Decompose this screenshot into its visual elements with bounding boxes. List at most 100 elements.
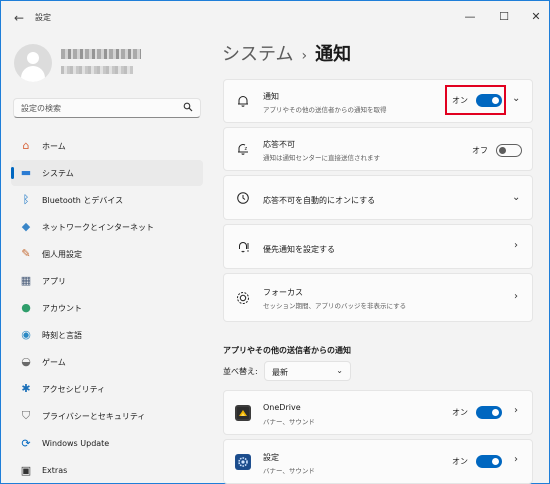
bluetooth-icon: ᛒ bbox=[22, 193, 30, 206]
search-placeholder: 設定の検索 bbox=[21, 104, 61, 113]
minimize-icon[interactable]: — bbox=[456, 5, 484, 29]
page-title: 通知 bbox=[315, 44, 352, 65]
focus-icon bbox=[235, 291, 251, 307]
sidebar-item-1[interactable]: ▬ システム bbox=[11, 160, 203, 186]
dnd-toggle[interactable] bbox=[496, 144, 522, 157]
dnd-auto-card[interactable]: 応答不可を自動的にオンにする ⌄ bbox=[223, 175, 533, 220]
clock-icon bbox=[235, 191, 251, 207]
toggle-knob bbox=[492, 409, 499, 416]
toggle-knob bbox=[499, 147, 506, 154]
user-name-redacted bbox=[61, 49, 141, 59]
notifications-subtitle: アプリやその他の送信者からの通知を取得 bbox=[263, 106, 387, 114]
sidebar-item-label: アカウント bbox=[42, 304, 82, 313]
dnd-auto-title: 応答不可を自動的にオンにする bbox=[263, 196, 376, 205]
sidebar-item-label: システム bbox=[42, 169, 74, 178]
sidebar-item-0[interactable]: ⌂ ホーム bbox=[11, 133, 203, 159]
app-name: OneDrive bbox=[263, 403, 301, 412]
globe-clock-icon: ◉ bbox=[21, 328, 31, 341]
user-email-redacted bbox=[61, 66, 133, 74]
sort-dropdown[interactable]: 最新 ⌄ bbox=[264, 361, 351, 381]
sidebar-item-8[interactable]: ◒ ゲーム bbox=[11, 349, 203, 375]
chevron-down-icon[interactable]: ⌄ bbox=[512, 93, 520, 104]
sidebar-item-7[interactable]: ◉ 時刻と言語 bbox=[11, 322, 203, 348]
apps-section-title: アプリやその他の送信者からの通知 bbox=[223, 346, 351, 355]
priority-card[interactable]: 優先通知を設定する › bbox=[223, 224, 533, 269]
app-subtitle: バナー、サウンド bbox=[263, 467, 315, 475]
app-state: オン bbox=[452, 457, 468, 466]
app-row-settings[interactable]: 設定 バナー、サウンド オン › bbox=[223, 439, 533, 484]
sidebar-item-label: アプリ bbox=[42, 277, 66, 286]
app-toggle[interactable] bbox=[476, 406, 502, 419]
apps-icon: ▦ bbox=[20, 274, 32, 287]
app-row-onedrive[interactable]: OneDrive バナー、サウンド オン › bbox=[223, 390, 533, 435]
settings-gear-icon bbox=[235, 454, 251, 470]
sidebar-item-10[interactable]: ⛉ プライバシーとセキュリティ bbox=[11, 403, 203, 429]
search-input[interactable]: 設定の検索 bbox=[13, 98, 201, 118]
chevron-right-icon[interactable]: › bbox=[514, 405, 518, 416]
breadcrumb: システム › 通知 bbox=[222, 40, 351, 66]
title-bar: ← 設定 — ☐ ✕ bbox=[1, 1, 549, 35]
breadcrumb-parent[interactable]: システム bbox=[222, 44, 293, 65]
sort-label: 並べ替え: bbox=[223, 367, 258, 376]
breadcrumb-separator: › bbox=[301, 48, 308, 64]
gamepad-icon: ◒ bbox=[21, 355, 31, 368]
maximize-icon[interactable]: ☐ bbox=[490, 5, 518, 29]
chevron-down-icon[interactable]: ⌄ bbox=[512, 192, 520, 203]
sidebar-item-label: Extras bbox=[42, 466, 68, 475]
chevron-down-icon: ⌄ bbox=[336, 366, 343, 375]
sidebar-item-9[interactable]: ✱ アクセシビリティ bbox=[11, 376, 203, 402]
window-title: 設定 bbox=[35, 13, 51, 22]
avatar-body-icon bbox=[21, 66, 45, 82]
svg-text:z: z bbox=[245, 146, 248, 152]
sidebar-item-label: ネットワークとインターネット bbox=[42, 223, 154, 232]
dnd-card[interactable]: z 応答不可 通知は通知センターに直接送信されます オフ bbox=[223, 127, 533, 171]
sidebar-item-5[interactable]: ▦ アプリ bbox=[11, 268, 203, 294]
sidebar-item-label: ゲーム bbox=[42, 358, 66, 367]
sidebar-item-label: アクセシビリティ bbox=[42, 385, 106, 394]
sidebar-item-3[interactable]: ◆ ネットワークとインターネット bbox=[11, 214, 203, 240]
sidebar-item-label: Bluetooth とデバイス bbox=[42, 196, 124, 205]
accessibility-icon: ✱ bbox=[21, 382, 31, 395]
monitor-icon: ▬ bbox=[20, 166, 32, 179]
chevron-right-icon[interactable]: › bbox=[514, 291, 518, 302]
sidebar-item-label: Windows Update bbox=[42, 439, 110, 448]
focus-card[interactable]: フォーカス セッション期間、アプリのバッジを非表示にする › bbox=[223, 273, 533, 322]
app-toggle[interactable] bbox=[476, 455, 502, 468]
sidebar-item-12[interactable]: ▣ Extras bbox=[11, 458, 203, 484]
sidebar-item-11[interactable]: ⟳ Windows Update bbox=[11, 431, 203, 457]
account-icon: ● bbox=[21, 301, 31, 314]
back-arrow-icon[interactable]: ← bbox=[11, 10, 27, 26]
wifi-icon: ◆ bbox=[21, 220, 31, 233]
sidebar-item-label: 時刻と言語 bbox=[42, 331, 82, 340]
dnd-subtitle: 通知は通知センターに直接送信されます bbox=[263, 154, 380, 162]
sidebar-item-2[interactable]: ᛒ Bluetooth とデバイス bbox=[11, 187, 203, 213]
sidebar-item-6[interactable]: ● アカウント bbox=[11, 295, 203, 321]
bell-snooze-icon: z bbox=[235, 142, 251, 158]
dnd-state: オフ bbox=[472, 146, 488, 155]
chevron-right-icon[interactable]: › bbox=[514, 240, 518, 251]
shield-icon: ⛉ bbox=[21, 409, 31, 422]
sidebar-item-label: プライバシーとセキュリティ bbox=[42, 412, 146, 421]
brush-icon: ✎ bbox=[21, 247, 31, 260]
chevron-right-icon[interactable]: › bbox=[514, 454, 518, 465]
focus-title: フォーカス bbox=[263, 288, 303, 297]
focus-subtitle: セッション期間、アプリのバッジを非表示にする bbox=[263, 302, 407, 310]
dnd-title: 応答不可 bbox=[263, 140, 295, 149]
avatar[interactable] bbox=[14, 44, 52, 82]
app-state: オン bbox=[452, 408, 468, 417]
sidebar-item-4[interactable]: ✎ 個人用設定 bbox=[11, 241, 203, 267]
toggle-highlight-box bbox=[445, 85, 506, 115]
priority-title: 優先通知を設定する bbox=[263, 245, 335, 254]
close-icon[interactable]: ✕ bbox=[522, 5, 550, 29]
notifications-title: 通知 bbox=[263, 92, 279, 101]
active-indicator bbox=[11, 167, 14, 179]
extras-icon: ▣ bbox=[20, 464, 32, 477]
app-name: 設定 bbox=[263, 453, 279, 462]
app-subtitle: バナー、サウンド bbox=[263, 418, 315, 426]
toggle-knob bbox=[492, 458, 499, 465]
sort-value: 最新 bbox=[272, 368, 288, 377]
search-icon bbox=[183, 102, 193, 115]
sidebar-item-label: 個人用設定 bbox=[42, 250, 82, 259]
sidebar-item-label: ホーム bbox=[42, 142, 66, 151]
settings-window: ← 設定 — ☐ ✕ 設定の検索 ⌂ ホーム ▬ システム ᛒ Bluetooth とデバ… bbox=[0, 0, 550, 484]
